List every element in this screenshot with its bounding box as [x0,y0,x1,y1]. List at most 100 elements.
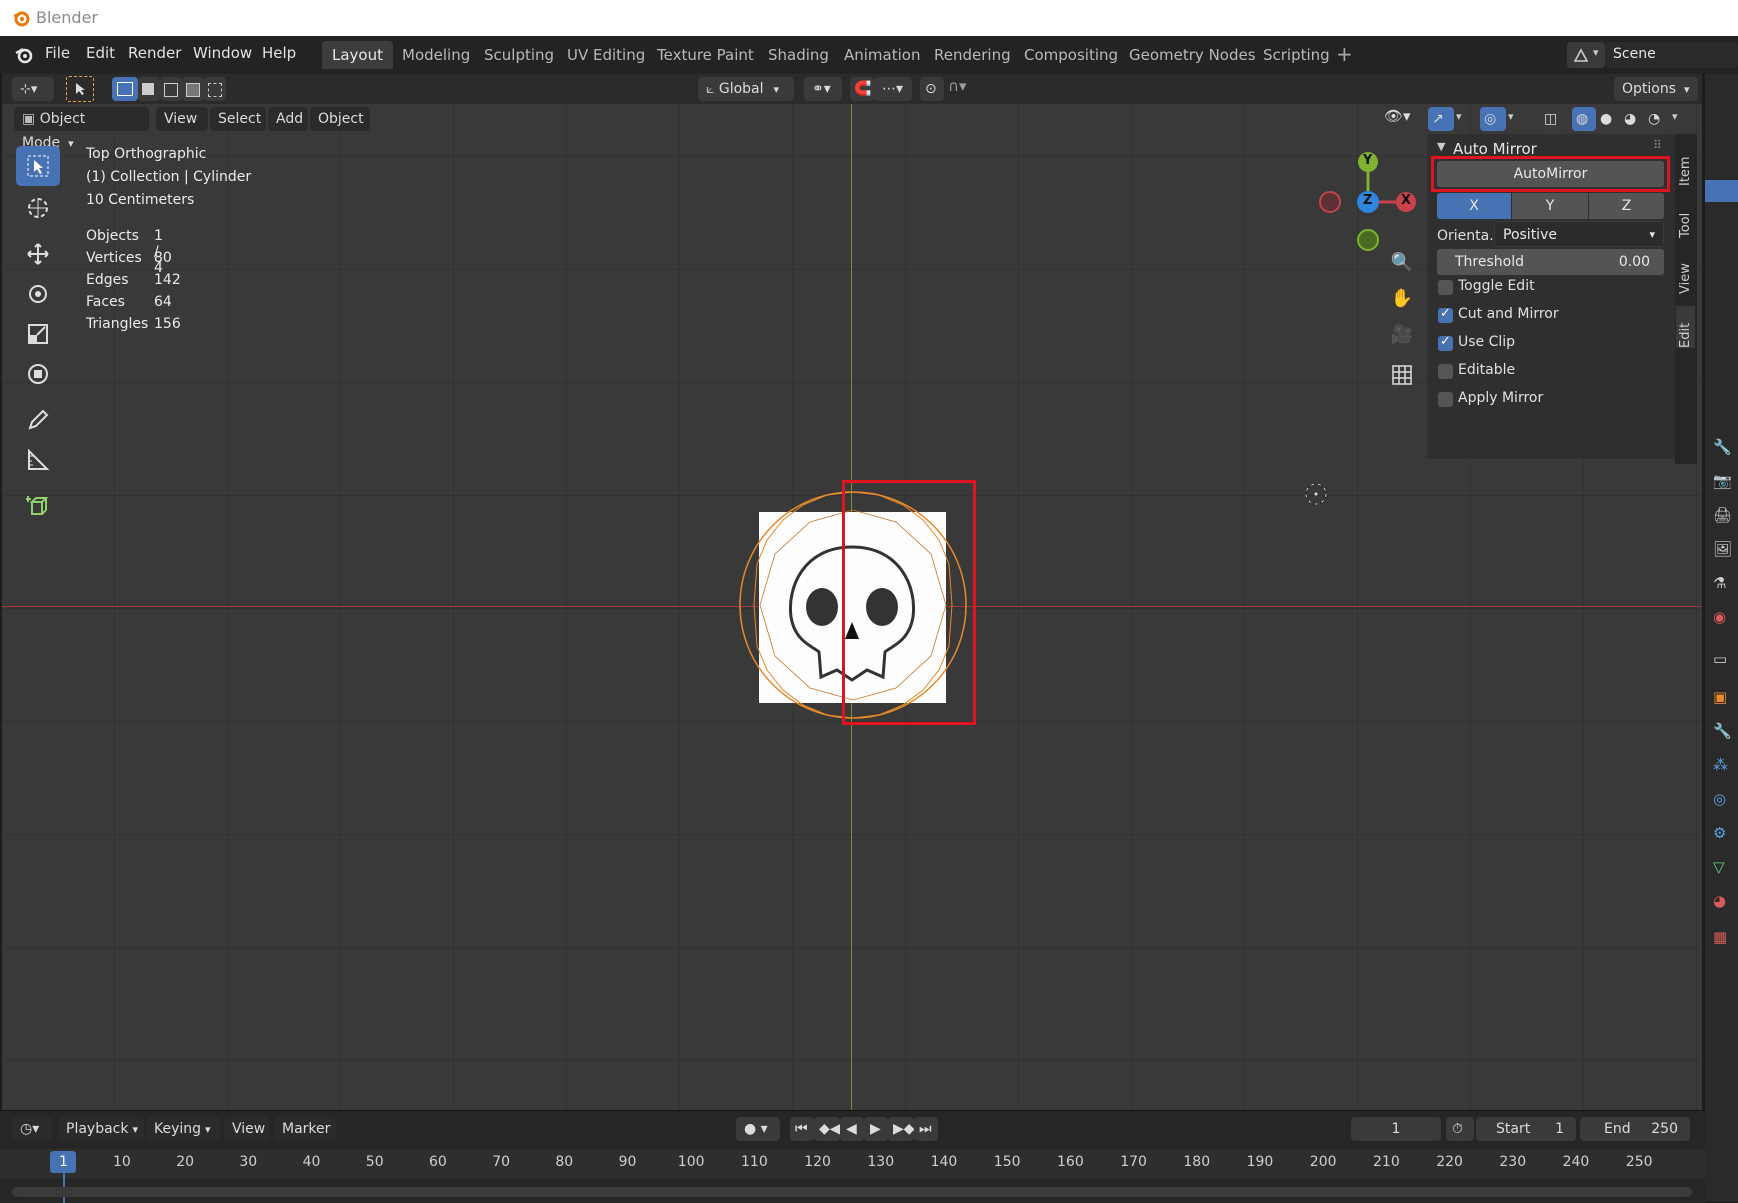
tab-tool[interactable]: Tool [1678,202,1693,238]
drag-handle-icon[interactable]: ⠿ [1653,138,1662,152]
physics-properties-icon[interactable]: ◎ [1713,790,1731,808]
tab-uv-editing[interactable]: UV Editing [557,41,655,69]
menu-help[interactable]: Help [262,44,296,62]
measure-ruler-icon [28,448,50,470]
measure-tool[interactable] [16,440,60,480]
scene-selector-button[interactable]: ▾ [1567,42,1605,68]
orientation-dropdown[interactable]: Positive ▾ [1494,221,1664,247]
menu-file[interactable]: File [45,44,70,62]
annotate-tool[interactable] [16,400,60,440]
snap-target-dropdown[interactable]: ⋯▾ [874,77,912,101]
axis-z-button[interactable]: Z [1589,193,1664,219]
blender-menu-icon[interactable] [14,46,34,64]
menu-edit[interactable]: Edit [86,44,115,62]
cursor-tool[interactable] [16,188,60,228]
tab-geometry-nodes[interactable]: Geometry Nodes [1119,41,1266,69]
options-dropdown[interactable]: Options ▾ [1614,77,1698,101]
scene-properties-icon[interactable]: ⚗ [1713,574,1731,592]
menu-object[interactable]: Object [310,107,370,131]
particles-properties-icon[interactable]: ⁂ [1713,756,1731,774]
proportional-falloff-dropdown[interactable]: ∩▾ [948,77,978,101]
transform-orientation-dropdown[interactable]: ⟀ Global ▾ [698,77,794,101]
axis-x-button[interactable]: X [1437,193,1511,219]
editor-type-button[interactable]: ⊹▾ [12,77,54,101]
shading-dropdown-chevron-icon[interactable]: ▾ [1672,110,1678,123]
pivot-point-dropdown[interactable]: ⚭▾ [804,77,842,101]
navigation-gizmo[interactable]: Y X Z [1310,144,1428,262]
move-tool[interactable] [16,234,60,274]
select-mode-extend-button[interactable] [138,77,160,101]
modifier-properties-icon[interactable]: 🔧 [1713,722,1732,740]
active-tool-icon[interactable] [66,76,94,102]
wireframe-shading-button[interactable]: ◍ [1572,107,1596,131]
tab-sculpting[interactable]: Sculpting [474,41,564,69]
scene-name-field[interactable]: Scene [1605,42,1738,68]
tab-compositing[interactable]: Compositing [1014,41,1128,69]
visibility-dropdown[interactable]: 👁▾ [1384,107,1420,131]
cut-and-mirror-checkbox[interactable]: ✓ [1438,306,1453,323]
object-properties-icon[interactable]: ▣ [1713,688,1731,706]
tab-view[interactable]: View [1678,254,1693,294]
tab-layout[interactable]: Layout [322,41,393,69]
snap-toggle[interactable]: 🧲 [850,77,874,101]
collection-properties-icon[interactable]: ▭ [1713,650,1731,668]
tab-texture-paint[interactable]: Texture Paint [647,41,764,69]
tab-shading[interactable]: Shading [758,41,839,69]
material-properties-icon[interactable]: ◕ [1713,892,1731,910]
tab-edit[interactable]: Edit [1676,306,1695,348]
proportional-edit-toggle[interactable]: ⊙ [920,77,944,101]
render-properties-icon[interactable]: 📷 [1713,472,1732,490]
rendered-shading-button[interactable]: ◔ [1644,107,1668,131]
menu-view[interactable]: View [156,107,208,131]
overlay-toggle[interactable]: ◎ [1480,107,1506,131]
editable-checkbox[interactable] [1438,364,1453,379]
3d-cursor-icon[interactable] [1304,482,1328,506]
select-mode-subtract-button[interactable] [160,77,182,101]
mode-dropdown[interactable]: ▣ Object Mode ▾ [14,107,149,151]
use-clip-checkbox[interactable]: ✓ [1438,334,1453,351]
solid-shading-button[interactable]: ● [1596,107,1620,131]
data-properties-icon[interactable]: ▽ [1713,858,1731,876]
constraint-properties-icon[interactable]: ⚙ [1713,824,1731,842]
tab-rendering[interactable]: Rendering [924,41,1021,69]
rotate-tool[interactable] [16,274,60,314]
view-layer-properties-icon[interactable]: 🖼 [1713,540,1732,558]
select-box-tool[interactable] [16,146,60,186]
select-mode-new-button[interactable] [112,77,138,101]
tab-modeling[interactable]: Modeling [392,41,480,69]
tab-animation[interactable]: Animation [834,41,930,69]
tab-scripting[interactable]: Scripting [1253,41,1340,69]
add-cube-tool[interactable] [16,486,60,526]
world-properties-icon[interactable]: ◉ [1713,608,1731,626]
material-shading-button[interactable]: ◕ [1620,107,1644,131]
transform-tool[interactable] [16,354,60,394]
tool-properties-icon[interactable]: 🔧 [1713,438,1732,456]
menu-render[interactable]: Render [128,44,181,62]
menu-add[interactable]: Add [268,107,308,131]
zoom-button[interactable]: 🔍 [1387,252,1417,282]
toggle-edit-checkbox[interactable] [1438,280,1453,295]
apply-mirror-checkbox[interactable] [1438,392,1453,407]
select-mode-intersect-button[interactable] [204,77,226,101]
menu-select[interactable]: Select [210,107,266,131]
select-mode-invert-button[interactable] [182,77,204,101]
texture-properties-icon[interactable]: ▦ [1713,928,1731,946]
gizmo-toggle[interactable]: ↗ [1428,107,1454,131]
gizmo-dropdown-chevron-icon[interactable]: ▾ [1456,110,1462,123]
xray-toggle[interactable]: ◫ [1540,107,1564,131]
tab-item[interactable]: Item [1678,144,1693,186]
output-properties-icon[interactable]: 🖨 [1713,506,1732,524]
scale-tool[interactable] [16,314,60,354]
threshold-slider[interactable]: Threshold 0.00 [1437,249,1664,275]
axis-y-button[interactable]: Y [1512,193,1588,219]
overlay-dropdown-chevron-icon[interactable]: ▾ [1508,110,1514,123]
collapse-triangle-icon[interactable]: ▼ [1437,140,1445,153]
menu-window[interactable]: Window [193,44,252,62]
camera-view-button[interactable]: 🎥 [1387,324,1417,354]
add-workspace-icon[interactable]: + [1336,42,1353,66]
timeline-scrollbar[interactable] [12,1187,1692,1197]
orthographic-toggle-button[interactable] [1387,360,1417,390]
pan-button[interactable]: ✋ [1387,288,1417,318]
stat-label: Vertices [86,250,142,266]
menu-object-label: Object [318,111,364,127]
